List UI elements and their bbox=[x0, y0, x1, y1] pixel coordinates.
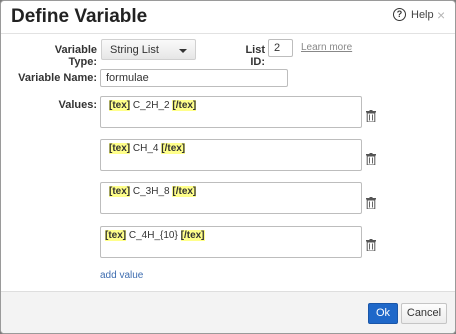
value-text: [tex] C_3H_8 [/tex] bbox=[109, 186, 197, 197]
tex-open-tag: [tex] bbox=[109, 143, 131, 154]
values-label: Values: bbox=[58, 99, 97, 111]
dialog-title: Define Variable bbox=[11, 6, 148, 27]
value-field-1[interactable]: [tex] C_2H_2 [/tex] bbox=[100, 96, 362, 128]
value-field-3[interactable]: [tex] C_3H_8 [/tex] bbox=[100, 182, 362, 214]
tex-close-tag: [/tex] bbox=[172, 100, 197, 111]
chevron-down-icon bbox=[179, 49, 187, 53]
tex-open-tag: [tex] bbox=[105, 230, 127, 241]
trash-icon[interactable] bbox=[366, 110, 376, 122]
cancel-button[interactable]: Cancel bbox=[401, 303, 447, 324]
list-id-input[interactable] bbox=[268, 39, 293, 57]
value-text: [tex] CH_4 [/tex] bbox=[109, 143, 186, 154]
trash-icon[interactable] bbox=[366, 153, 376, 165]
tex-open-tag: [tex] bbox=[109, 100, 131, 111]
help-circle-icon: ? bbox=[393, 8, 406, 21]
ok-button[interactable]: Ok bbox=[368, 303, 398, 324]
variable-name-label: Variable Name: bbox=[18, 72, 97, 84]
tex-close-tag: [/tex] bbox=[161, 143, 186, 154]
learn-more-link[interactable]: Learn more bbox=[301, 42, 352, 53]
help-label: Help bbox=[411, 8, 434, 21]
help-link[interactable]: ? Help bbox=[393, 8, 434, 21]
dialog-header: Define Variable ? Help × bbox=[1, 1, 455, 34]
tex-content: CH_4 bbox=[130, 143, 162, 154]
tex-content: C_2H_2 bbox=[130, 100, 173, 111]
define-variable-dialog: Define Variable ? Help × Variable Type: … bbox=[0, 0, 456, 334]
tex-content: C_4H_{10} bbox=[126, 230, 181, 241]
value-field-2[interactable]: [tex] CH_4 [/tex] bbox=[100, 139, 362, 171]
variable-type-value: String List bbox=[110, 44, 159, 56]
tex-open-tag: [tex] bbox=[109, 186, 131, 197]
tex-close-tag: [/tex] bbox=[172, 186, 197, 197]
variable-name-input[interactable] bbox=[100, 69, 288, 87]
add-value-link[interactable]: add value bbox=[100, 270, 143, 281]
variable-type-select[interactable]: String List bbox=[101, 39, 196, 60]
list-id-label: List ID: bbox=[245, 44, 265, 68]
value-text: [tex] C_2H_2 [/tex] bbox=[109, 100, 197, 111]
close-icon[interactable]: × bbox=[437, 7, 445, 23]
value-field-4[interactable]: [tex] C_4H_{10} [/tex] bbox=[100, 226, 362, 258]
tex-close-tag: [/tex] bbox=[180, 230, 205, 241]
trash-icon[interactable] bbox=[366, 197, 376, 209]
variable-type-label: Variable Type: bbox=[54, 44, 97, 68]
trash-icon[interactable] bbox=[366, 239, 376, 251]
value-text: [tex] C_4H_{10} [/tex] bbox=[105, 230, 205, 241]
tex-content: C_3H_8 bbox=[130, 186, 173, 197]
